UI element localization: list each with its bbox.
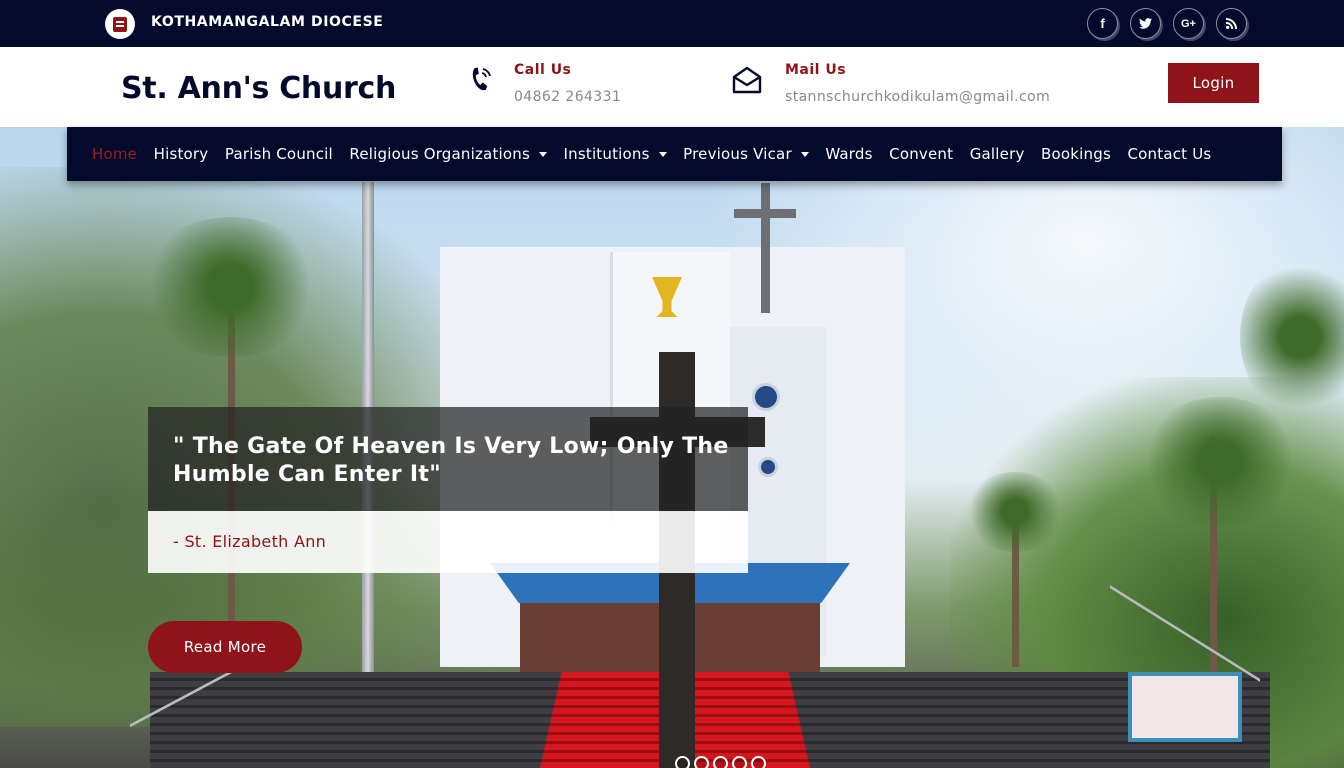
nav-item-wards[interactable]: Wards [825,145,872,163]
main-nav: Home History Parish Council Religious Or… [67,127,1282,181]
caret-down-icon [800,151,809,157]
google-plus-icon[interactable]: G+ [1173,8,1204,39]
nav-item-label: Institutions [563,145,650,163]
slider-dot[interactable] [751,756,766,768]
nav-item-parish-council[interactable]: Parish Council [225,145,333,163]
palm-crown [1140,397,1300,527]
nav-item-label: Home [92,145,138,163]
nav-item-label: Wards [825,145,873,163]
nav-item-label: Bookings [1041,145,1111,163]
nav-item-label: History [153,145,209,163]
nav-item-institutions[interactable]: Institutions [564,145,667,163]
quote-box: " The Gate Of Heaven Is Very Low; Only T… [148,407,748,511]
phone-icon [467,66,493,98]
nav-item-label: Religious Organizations [349,145,531,163]
nav-item-home[interactable]: Home [92,145,137,163]
nav-item-religious-organizations[interactable]: Religious Organizations [349,145,548,163]
nav-item-contact-us[interactable]: Contact Us [1127,145,1211,163]
slider-dot[interactable] [713,756,728,768]
book-icon [105,9,135,39]
mail-us-label: Mail Us [785,62,847,78]
diocese-name: KOTHAMANGALAM DIOCESE [151,14,384,30]
nav-item-gallery[interactable]: Gallery [970,145,1025,163]
notice-board [1128,672,1242,742]
palm-crown [140,217,320,357]
site-header: St. Ann's Church Call Us 04862 264331 Ma… [0,47,1344,127]
nav-item-convent[interactable]: Convent [889,145,953,163]
round-window [752,383,780,411]
nav-item-label: Previous Vicar [683,145,792,163]
slider-dot[interactable] [732,756,747,768]
caret-down-icon [539,151,548,157]
slider-dot[interactable] [694,756,709,768]
caret-down-icon [658,151,667,157]
facebook-icon[interactable]: f [1087,8,1118,39]
nav-item-label: Gallery [969,145,1025,163]
slider-dot[interactable] [675,756,690,768]
twitter-icon[interactable] [1130,8,1161,39]
slider-dots [675,756,766,768]
roof-cross-bar [734,209,796,218]
rss-icon[interactable] [1216,8,1247,39]
nav-item-bookings[interactable]: Bookings [1041,145,1111,163]
nav-item-label: Parish Council [224,145,333,163]
phone-number[interactable]: 04862 264331 [514,89,621,105]
read-more-button[interactable]: Read More [148,621,302,673]
round-window [758,457,778,477]
call-us-label: Call Us [514,62,572,78]
nav-item-label: Convent [889,145,954,163]
site-title[interactable]: St. Ann's Church [121,71,396,106]
email-address[interactable]: stannschurchkodikulam@gmail.com [785,89,1050,105]
roof-cross [761,183,770,313]
nav-item-history[interactable]: History [154,145,209,163]
nav-item-previous-vicar[interactable]: Previous Vicar [683,145,809,163]
top-bar: KOTHAMANGALAM DIOCESE f G+ [0,0,1344,47]
quote-author-box: - St. Elizabeth Ann [148,511,748,573]
nav-item-label: Contact Us [1127,145,1212,163]
quote-text: " The Gate Of Heaven Is Very Low; Only T… [173,434,729,487]
palm-crown [965,472,1065,552]
quote-author: - St. Elizabeth Ann [173,532,327,551]
envelope-open-icon [732,66,762,98]
login-button[interactable]: Login [1168,63,1259,103]
